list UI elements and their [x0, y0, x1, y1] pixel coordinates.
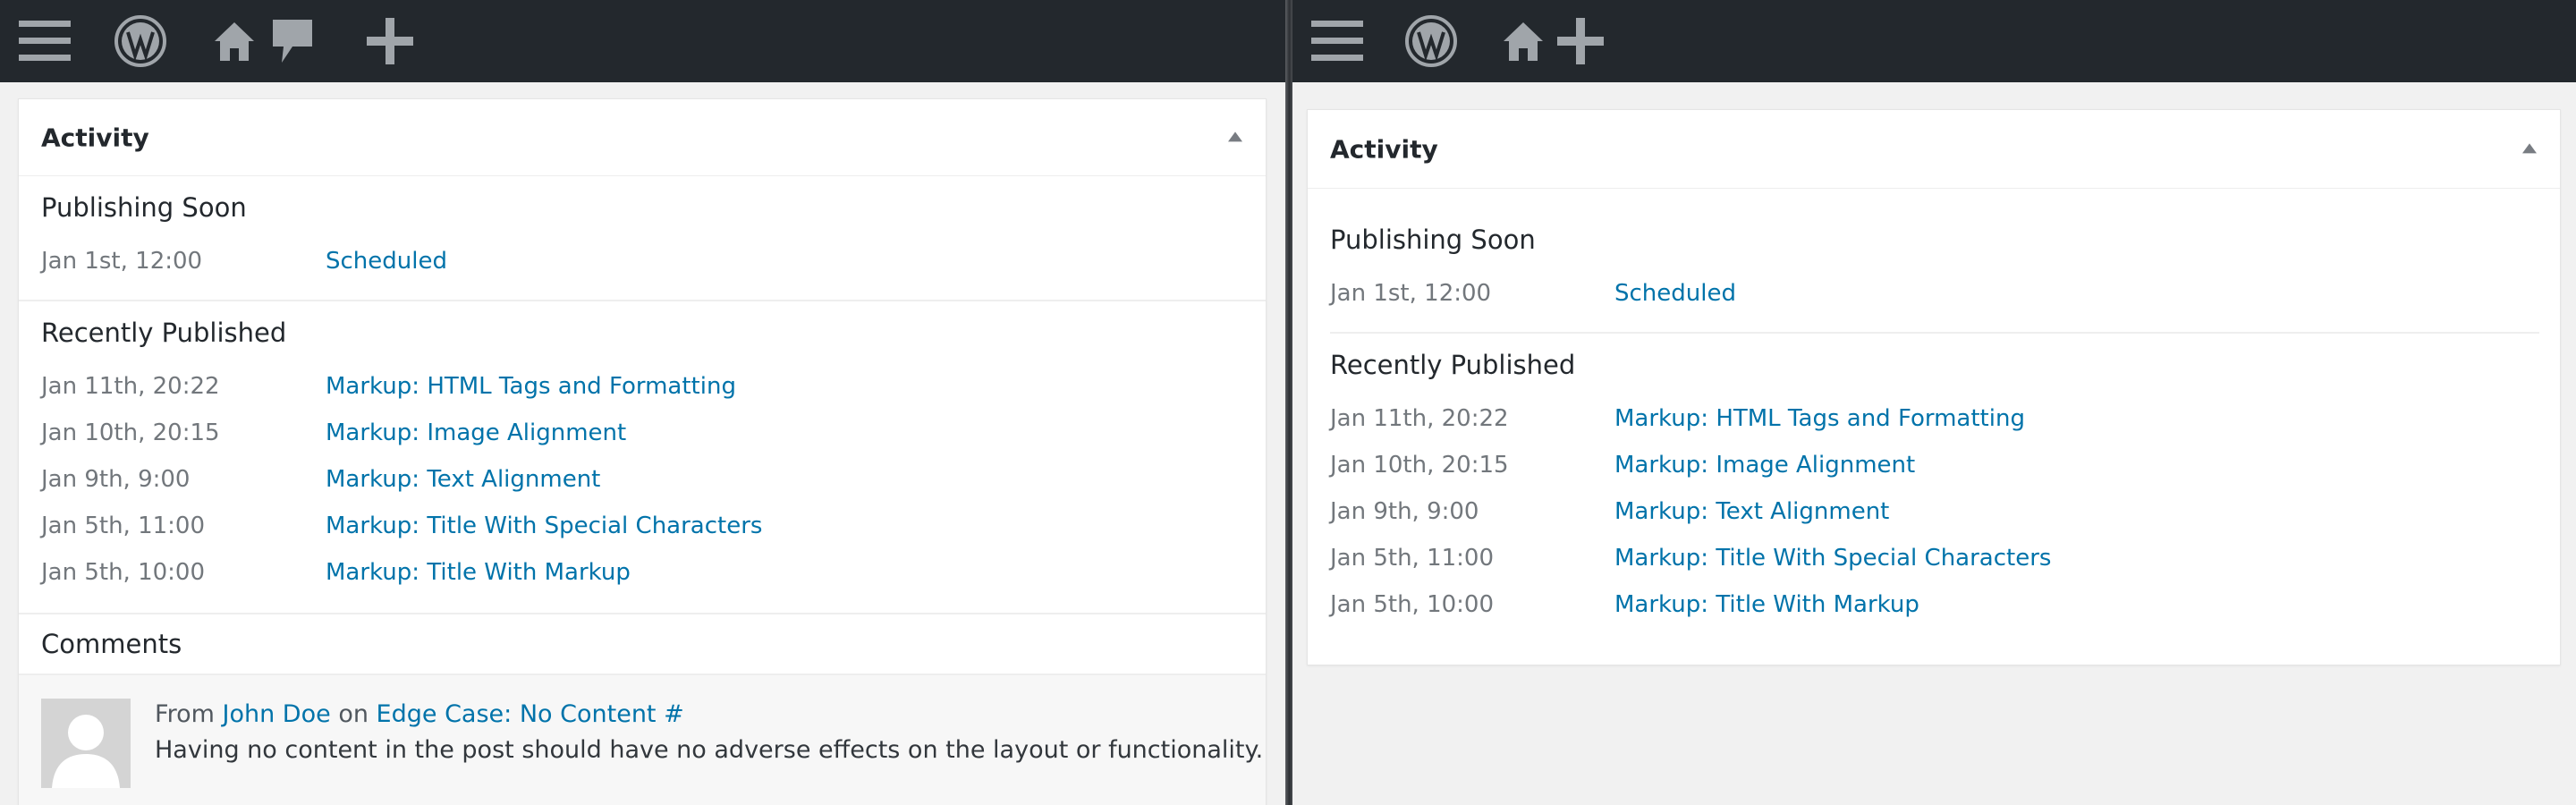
list-item: Jan 11th, 20:22 Markup: HTML Tags and Fo… — [41, 373, 1204, 409]
post-date: Jan 1st, 12:00 — [41, 248, 203, 275]
post-link[interactable]: Scheduled — [1614, 280, 1736, 307]
comment-post-link[interactable]: Edge Case: No Content # — [377, 700, 684, 728]
list-item: Jan 9th, 9:00 Markup: Text Alignment — [41, 466, 1204, 502]
right-screen: Activity Publishing Soon Jan 1st, 12:00 … — [1292, 0, 2576, 805]
list-item: Jan 10th, 20:15 Markup: Image Alignment — [41, 419, 1204, 455]
recently-published-heading: Recently Published — [1330, 350, 1576, 380]
list-item: Jan 1st, 12:00 Scheduled — [41, 248, 1204, 284]
post-link[interactable]: Markup: Title With Special Characters — [1614, 545, 2051, 572]
comment-text: Having no content in the post should hav… — [155, 736, 1264, 764]
comments-icon[interactable] — [267, 0, 318, 82]
comment-author-link[interactable]: John Doe — [223, 700, 331, 728]
post-link[interactable]: Markup: Title With Special Characters — [326, 513, 762, 539]
home-icon[interactable] — [1498, 0, 1548, 82]
menu-icon[interactable] — [1305, 0, 1369, 82]
post-link[interactable]: Scheduled — [326, 248, 447, 275]
menu-icon[interactable] — [13, 0, 77, 82]
post-link[interactable]: Markup: Image Alignment — [1614, 452, 1915, 479]
on-label: on — [338, 700, 369, 728]
wordpress-logo-icon[interactable] — [1402, 0, 1461, 82]
post-date: Jan 10th, 20:15 — [1330, 452, 1509, 479]
list-item: Jan 5th, 10:00 Markup: Title With Markup — [41, 559, 1204, 595]
list-item: Jan 1st, 12:00 Scheduled — [1330, 280, 2493, 316]
post-date: Jan 5th, 11:00 — [1330, 545, 1495, 572]
wordpress-logo-icon[interactable] — [111, 0, 170, 82]
post-link[interactable]: Markup: HTML Tags and Formatting — [1614, 405, 2025, 432]
comment-item: From John Doe on Edge Case: No Content #… — [19, 675, 1266, 805]
publishing-soon-heading: Publishing Soon — [41, 192, 247, 223]
widget-title: Activity — [41, 123, 149, 152]
add-new-icon[interactable] — [361, 0, 419, 82]
comments-heading: Comments — [41, 629, 182, 659]
list-item: Jan 5th, 10:00 Markup: Title With Markup — [1330, 591, 2493, 627]
widget-header: Activity — [19, 99, 1266, 176]
post-date: Jan 5th, 10:00 — [1330, 591, 1495, 618]
post-date: Jan 11th, 20:22 — [1330, 405, 1509, 432]
section-divider — [1330, 332, 2539, 334]
comment-meta: From John Doe on Edge Case: No Content # — [155, 700, 684, 728]
post-link[interactable]: Markup: Image Alignment — [326, 419, 626, 446]
avatar[interactable] — [41, 699, 131, 788]
from-label: From — [155, 700, 215, 728]
publishing-soon-heading: Publishing Soon — [1330, 225, 1536, 255]
post-link[interactable]: Markup: Text Alignment — [326, 466, 600, 493]
widget-title: Activity — [1330, 134, 1438, 164]
screen-divider — [1285, 0, 1292, 805]
post-date: Jan 5th, 11:00 — [41, 513, 206, 539]
activity-widget: Activity Publishing Soon Jan 1st, 12:00 … — [1307, 109, 2561, 665]
post-link[interactable]: Markup: Title With Markup — [1614, 591, 1919, 618]
post-date: Jan 9th, 9:00 — [1330, 498, 1479, 525]
post-link[interactable]: Markup: Text Alignment — [1614, 498, 1889, 525]
add-new-icon[interactable] — [1552, 0, 1609, 82]
recently-published-heading: Recently Published — [41, 318, 287, 348]
comments-header: Comments — [19, 613, 1266, 675]
post-date: Jan 1st, 12:00 — [1330, 280, 1492, 307]
list-item: Jan 5th, 11:00 Markup: Title With Specia… — [41, 513, 1204, 548]
post-link[interactable]: Markup: Title With Markup — [326, 559, 631, 586]
left-screen: Activity Publishing Soon Jan 1st, 12:00 … — [0, 0, 1285, 805]
list-item: Jan 11th, 20:22 Markup: HTML Tags and Fo… — [1330, 405, 2493, 441]
post-date: Jan 10th, 20:15 — [41, 419, 220, 446]
post-date: Jan 11th, 20:22 — [41, 373, 220, 400]
activity-widget: Activity Publishing Soon Jan 1st, 12:00 … — [18, 98, 1267, 805]
collapse-toggle-icon[interactable] — [1228, 131, 1242, 141]
list-item: Jan 5th, 11:00 Markup: Title With Specia… — [1330, 545, 2493, 580]
post-date: Jan 9th, 9:00 — [41, 466, 191, 493]
collapse-toggle-icon[interactable] — [2522, 142, 2537, 153]
list-item: Jan 10th, 20:15 Markup: Image Alignment — [1330, 452, 2493, 487]
widget-header: Activity — [1308, 110, 2560, 189]
post-link[interactable]: Markup: HTML Tags and Formatting — [326, 373, 736, 400]
section-divider — [19, 300, 1266, 301]
post-date: Jan 5th, 10:00 — [41, 559, 206, 586]
home-icon[interactable] — [209, 0, 259, 82]
admin-bar — [0, 0, 1285, 82]
admin-bar — [1292, 0, 2576, 82]
list-item: Jan 9th, 9:00 Markup: Text Alignment — [1330, 498, 2493, 534]
